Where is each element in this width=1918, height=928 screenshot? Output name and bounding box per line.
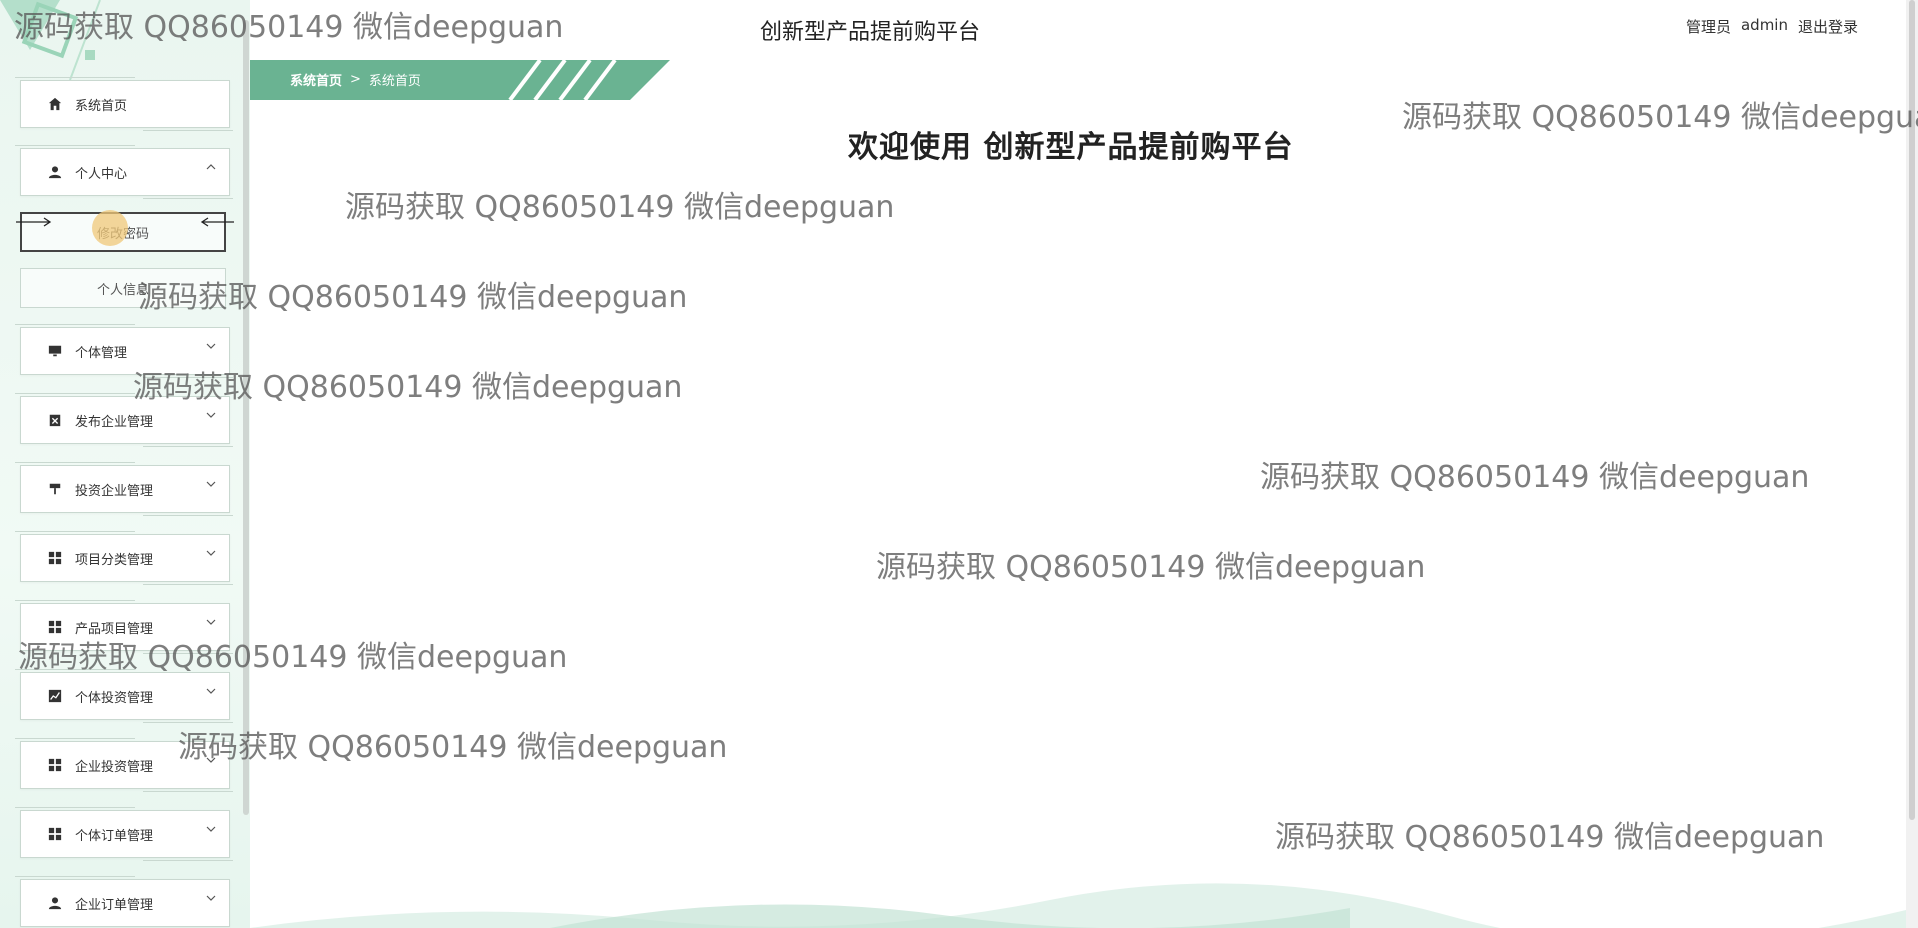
breadcrumb-home[interactable]: 系统首页 (290, 70, 342, 89)
chevron-up-icon (206, 164, 216, 170)
user-icon (47, 895, 63, 911)
logout-link[interactable]: 退出登录 (1798, 16, 1858, 37)
click-highlight (92, 210, 128, 246)
grid-icon (47, 550, 63, 566)
chevron-down-icon (206, 412, 216, 418)
drag-arrows-icon (200, 217, 234, 227)
sidebar-decoration (0, 0, 101, 80)
sidebar-item-label: 发布企业管理 (75, 414, 154, 430)
monitor-icon (47, 343, 63, 359)
chart-line-icon (47, 688, 63, 704)
sidebar-item-label: 个体订单管理 (75, 828, 154, 844)
grid-icon (47, 619, 63, 635)
sidebar-item-home[interactable]: 系统首页 (15, 77, 233, 131)
sidebar-item-label: 项目分类管理 (75, 552, 154, 568)
watermark: 源码获取 QQ86050149 微信deepguan (345, 190, 895, 225)
breadcrumb: 系统首页 > 系统首页 (290, 70, 421, 89)
bottom-wave-decoration (250, 883, 1906, 928)
page-scrollbar[interactable] (1906, 0, 1918, 928)
user-role: 管理员 (1685, 18, 1731, 36)
user-area: 管理员 admin 退出登录 (1686, 16, 1858, 37)
sidebar-item-project-category[interactable]: 项目分类管理 (15, 531, 233, 585)
sidebar-item-label: 投资企业管理 (75, 483, 154, 499)
sidebar-item-label: 产品项目管理 (75, 621, 154, 637)
sidebar-item-enterprise-invest[interactable]: 企业投资管理 (15, 738, 233, 792)
sidebar-item-label: 个体管理 (75, 345, 128, 361)
chevron-down-icon (206, 757, 216, 763)
sidebar-item-individual-order[interactable]: 个体订单管理 (15, 807, 233, 861)
welcome-heading: 欢迎使用 创新型产品提前购平台 (848, 130, 1294, 165)
watermark: 源码获取 QQ86050149 微信deepguan (1275, 820, 1825, 855)
chevron-down-icon (206, 688, 216, 694)
breadcrumb-current: 系统首页 (368, 74, 421, 89)
page-scrollbar-thumb[interactable] (1909, 0, 1915, 820)
sidebar-subitem-personal-info[interactable]: 个人信息 (20, 268, 226, 308)
drag-arrows-icon (16, 217, 52, 227)
sidebar-item-personal-center[interactable]: 个人中心 (15, 145, 233, 199)
sidebar-subitem-label: 个人信息 (96, 282, 149, 298)
chevron-down-icon (206, 343, 216, 349)
grid-icon (47, 757, 63, 773)
watermark: 源码获取 QQ86050149 微信deepguan (1260, 460, 1810, 495)
sidebar-item-enterprise-order[interactable]: 企业订单管理 (15, 876, 230, 927)
sidebar-item-invest-enterprise[interactable]: 投资企业管理 (15, 462, 233, 516)
sidebar-item-product-project[interactable]: 产品项目管理 (15, 600, 233, 654)
app-title: 创新型产品提前购平台 (760, 20, 981, 45)
clipboard-x-icon (47, 412, 63, 428)
sidebar-item-individual-invest[interactable]: 个体投资管理 (15, 669, 233, 723)
sidebar-item-label: 个体投资管理 (75, 690, 154, 706)
sidebar-item-label: 企业订单管理 (75, 897, 154, 913)
sidebar-item-individual[interactable]: 个体管理 (15, 324, 233, 378)
chevron-down-icon (206, 826, 216, 832)
watermark: 源码获取 QQ86050149 微信deepguan (178, 730, 728, 765)
chevron-down-icon (206, 550, 216, 556)
username: admin (1740, 16, 1788, 34)
grid-icon (47, 826, 63, 842)
user-icon (47, 164, 63, 180)
sidebar-item-publish-enterprise[interactable]: 发布企业管理 (15, 393, 233, 447)
chevron-down-icon (206, 619, 216, 625)
sidebar-item-label: 个人中心 (75, 166, 128, 182)
watermark: 源码获取 QQ86050149 微信deepguan (876, 550, 1426, 585)
sidebar-scrollbar[interactable] (243, 20, 249, 815)
breadcrumb-separator: > (350, 72, 361, 87)
chevron-down-icon (206, 895, 216, 901)
sidebar: 系统首页 个人中心 修改密码 个人信息 个体管理 发布企业管理 投资企业管理 (0, 0, 250, 928)
home-icon (47, 96, 63, 112)
watermark: 源码获取 QQ86050149 微信deepguan (1402, 100, 1918, 135)
paint-roller-icon (47, 481, 63, 497)
sidebar-item-label: 系统首页 (75, 98, 128, 114)
chevron-down-icon (206, 481, 216, 487)
sidebar-item-label: 企业投资管理 (75, 759, 154, 775)
